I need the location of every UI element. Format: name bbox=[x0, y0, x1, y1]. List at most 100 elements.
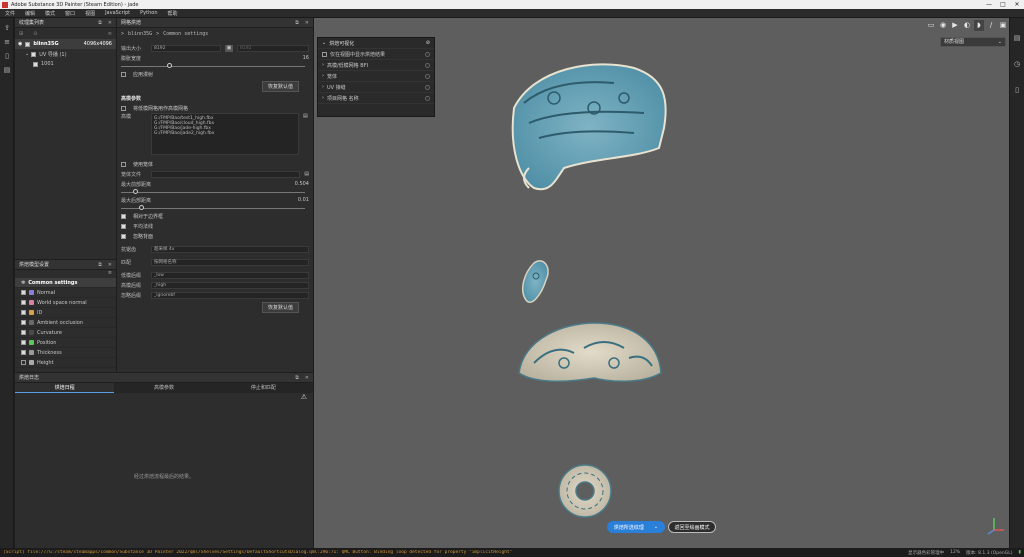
view-mode-select[interactable]: 材质视图 ⌄ bbox=[940, 37, 1006, 47]
close-icon[interactable]: ✕ bbox=[305, 375, 309, 381]
folder-icon[interactable]: ▭ bbox=[926, 20, 936, 31]
history-icon[interactable]: ◷ bbox=[1012, 60, 1022, 70]
bake-item-ao[interactable]: Ambient occlusion bbox=[15, 318, 116, 328]
checkbox[interactable] bbox=[121, 213, 126, 219]
bake-item-height[interactable]: Height bbox=[15, 358, 116, 368]
output-size-select[interactable]: 8192 bbox=[151, 44, 221, 52]
checkbox[interactable] bbox=[322, 51, 327, 57]
checkbox[interactable] bbox=[21, 360, 26, 365]
layers-icon[interactable]: ▤ bbox=[1012, 34, 1022, 44]
trash-icon[interactable]: ▯ bbox=[2, 52, 12, 60]
dilation-slider[interactable] bbox=[121, 63, 309, 69]
checkbox[interactable] bbox=[21, 290, 26, 295]
bake-item-position[interactable]: Position bbox=[15, 338, 116, 348]
toggle-icon[interactable] bbox=[425, 84, 430, 90]
menu-view[interactable]: 视图 bbox=[80, 10, 100, 17]
file-icon[interactable]: ▤ bbox=[304, 171, 309, 177]
overlay-row[interactable]: › UV 接缝 bbox=[318, 82, 434, 93]
reset-defaults-button[interactable]: 恢复默认值 bbox=[261, 80, 299, 92]
reset-defaults-button-2[interactable]: 恢复默认值 bbox=[261, 301, 299, 313]
checkbox[interactable] bbox=[121, 223, 126, 229]
brush-icon[interactable]: / bbox=[986, 20, 996, 31]
max-rear-slider[interactable] bbox=[121, 205, 309, 211]
checkbox[interactable] bbox=[31, 51, 37, 57]
chevron-down-icon[interactable]: ⌄ bbox=[322, 40, 326, 46]
bake-item-id[interactable]: ID bbox=[15, 308, 116, 318]
filter-icon[interactable]: ⊞ bbox=[19, 31, 23, 37]
bake-selected-button[interactable]: 烘焙所选纹理 ⌄ bbox=[607, 521, 665, 533]
status-error-text[interactable]: [Script] file:///G:/steam/steamapps/comm… bbox=[3, 550, 908, 555]
uv-tile-row[interactable]: ⌄ UV 导播 (1) bbox=[15, 49, 116, 59]
bake-item-common[interactable]: ✲ Common settings bbox=[15, 278, 116, 288]
tab-high-params[interactable]: 高模参数 bbox=[114, 383, 213, 393]
toggle-icon[interactable] bbox=[425, 95, 430, 101]
chevron-right-icon[interactable]: › bbox=[322, 62, 324, 68]
checkbox[interactable] bbox=[21, 300, 26, 305]
checkbox[interactable] bbox=[21, 320, 26, 325]
float-icon[interactable]: ⧉ bbox=[295, 375, 299, 381]
cage-file-field[interactable] bbox=[151, 170, 301, 178]
high-suffix-input[interactable]: _high bbox=[151, 281, 309, 289]
chevron-down-icon[interactable]: ⌄ bbox=[654, 524, 658, 530]
chevron-right-icon[interactable]: › bbox=[322, 73, 324, 79]
menu-python[interactable]: Python bbox=[135, 10, 162, 16]
slider-knob[interactable] bbox=[139, 205, 144, 210]
float-icon[interactable]: ⧉ bbox=[98, 20, 102, 26]
checkbox[interactable] bbox=[21, 330, 26, 335]
lock-icon[interactable]: ▣ bbox=[225, 44, 233, 52]
menu-icon[interactable]: ≡ bbox=[15, 270, 116, 278]
tab-schedule[interactable]: 烘焙日程 bbox=[15, 383, 115, 393]
bake-item-normal[interactable]: Normal bbox=[15, 288, 116, 298]
minimize-button[interactable]: — bbox=[982, 1, 996, 8]
checkbox[interactable] bbox=[121, 105, 126, 111]
bake-item-thickness[interactable]: Thickness bbox=[15, 348, 116, 358]
link-icon[interactable]: ⊙ bbox=[33, 31, 37, 37]
menu-javascript[interactable]: JavaScript bbox=[100, 10, 135, 16]
checkbox[interactable] bbox=[21, 340, 26, 345]
high-mesh-list[interactable]: G:/FMP/Bao/test1_high.fbx G:/FMP/Bao/clo… bbox=[151, 113, 299, 155]
checkbox[interactable] bbox=[121, 161, 126, 167]
low-suffix-input[interactable]: _low bbox=[151, 271, 309, 279]
layers-icon[interactable]: ≡ bbox=[2, 38, 12, 46]
screenshot-icon[interactable]: ▣ bbox=[998, 20, 1008, 31]
float-icon[interactable]: ⧉ bbox=[295, 20, 299, 26]
tile-row[interactable]: 1001 bbox=[15, 59, 116, 69]
add-file-icon[interactable]: ▤ bbox=[303, 113, 309, 155]
chevron-right-icon[interactable]: › bbox=[322, 95, 324, 101]
jade-model-arch[interactable] bbox=[518, 322, 662, 383]
menu-mode[interactable]: 模式 bbox=[40, 10, 60, 17]
settings-icon[interactable]: ◐ bbox=[962, 20, 972, 31]
output-size-select-2[interactable]: 8192 bbox=[237, 44, 309, 52]
slider-knob[interactable] bbox=[133, 189, 138, 194]
chevron-right-icon[interactable]: › bbox=[322, 84, 324, 90]
checkbox[interactable] bbox=[21, 310, 26, 315]
toggle-icon[interactable] bbox=[425, 62, 430, 68]
overlay-row[interactable]: › 项目网格 名称 bbox=[318, 93, 434, 104]
float-icon[interactable]: ⧉ bbox=[98, 262, 102, 268]
overlay-row[interactable]: 仅在视图中显示烘焙结果 bbox=[318, 49, 434, 60]
overlay-row[interactable]: › 笼体 bbox=[318, 71, 434, 82]
mesh-file[interactable]: G:/FMP/Bao/jade2_high.fbx bbox=[154, 131, 296, 136]
eye-off-icon[interactable]: ⊘ bbox=[426, 40, 430, 46]
menu-edit[interactable]: 编辑 bbox=[20, 10, 40, 17]
document-icon[interactable]: ▤ bbox=[2, 66, 12, 74]
camera-icon[interactable]: ◉ bbox=[938, 20, 948, 31]
bake-mode-icon[interactable]: ◗ bbox=[974, 20, 984, 31]
jade-model-main[interactable] bbox=[511, 63, 667, 191]
bake-item-curvature[interactable]: Curvature bbox=[15, 328, 116, 338]
toggle-icon[interactable] bbox=[425, 73, 430, 79]
match-select[interactable]: 按网格名称 bbox=[151, 258, 309, 266]
return-to-paint-button[interactable]: 返回至绘画模式 bbox=[668, 521, 716, 533]
bake-item-world-normal[interactable]: World space normal bbox=[15, 298, 116, 308]
close-button[interactable]: ✕ bbox=[1010, 1, 1024, 8]
antialias-select[interactable]: 超采样 4x bbox=[151, 245, 309, 253]
video-icon[interactable]: ▶ bbox=[950, 20, 960, 31]
breadcrumb-item[interactable]: Common settings bbox=[163, 31, 208, 37]
menu-icon[interactable]: ≡ bbox=[108, 31, 112, 37]
slider-knob[interactable] bbox=[167, 63, 172, 68]
checkbox[interactable] bbox=[121, 233, 126, 239]
tab-stop-match[interactable]: 停止和匹配 bbox=[214, 383, 313, 393]
export-icon[interactable]: ⇪ bbox=[2, 24, 12, 32]
close-icon[interactable]: ✕ bbox=[108, 262, 112, 268]
checkbox[interactable] bbox=[21, 350, 26, 355]
